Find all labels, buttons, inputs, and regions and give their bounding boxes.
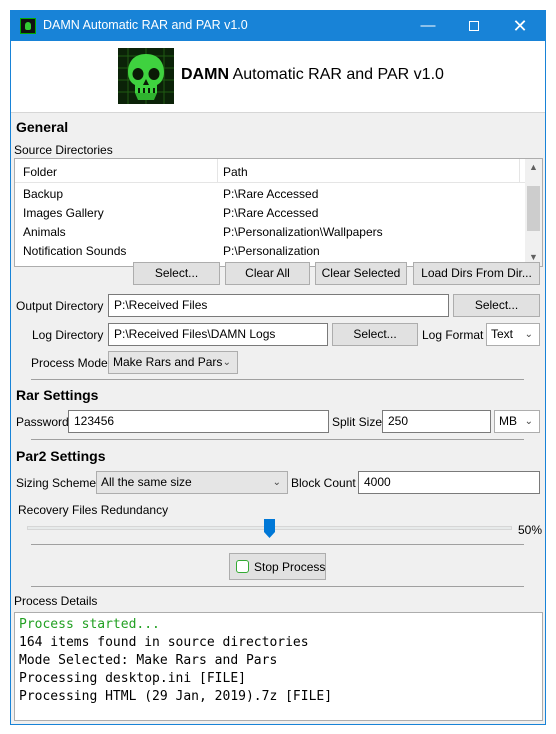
log-line: Processing HTML (29 Jan, 2019).7z [FILE] [19,689,333,704]
chevron-down-icon: ⌄ [524,416,533,427]
column-header-path[interactable]: Path [223,165,248,179]
block-count-label: Block Count [291,476,356,490]
split-size-input[interactable]: 250 [382,410,491,433]
source-directories-list[interactable]: Folder Path Backup P:\Rare Accessed Imag… [14,158,543,267]
list-item[interactable]: Images Gallery P:\Rare Accessed [15,204,525,223]
log-line: Process started... [19,617,160,632]
log-line: 164 items found in source directories [19,635,309,650]
log-format-select[interactable]: Text ⌄ [486,323,540,346]
minimize-icon: — [420,17,436,34]
header-banner: DAMN Automatic RAR and PAR v1.0 [11,41,545,113]
app-window: DAMN Automatic RAR and PAR v1.0 — ✕ DAMN… [10,10,546,725]
chevron-down-icon: ⌄ [524,329,533,340]
process-details-label: Process Details [14,594,98,608]
redundancy-slider-thumb[interactable] [264,519,275,538]
list-item[interactable]: Notification Sounds P:\Personalization [15,242,525,261]
stop-process-button[interactable]: Stop Process [229,553,326,580]
log-format-label: Log Format [422,328,484,342]
maximize-icon [469,21,479,32]
password-label: Password [16,415,69,429]
log-directory-input[interactable]: P:\Received Files\DAMN Logs [108,323,328,346]
password-input[interactable]: 123456 [68,410,329,433]
column-header-folder[interactable]: Folder [23,165,57,179]
divider [31,439,524,440]
divider [31,379,524,380]
chevron-down-icon: ⌄ [222,357,231,368]
log-directory-label: Log Directory [32,328,104,342]
list-scrollbar[interactable]: ▲ ▼ [525,159,542,266]
maximize-button[interactable] [451,11,497,41]
redundancy-label: Recovery Files Redundancy [18,503,169,517]
window-title: DAMN Automatic RAR and PAR v1.0 [43,18,248,32]
process-mode-select[interactable]: Make Rars and Pars ⌄ [108,351,238,374]
list-item[interactable]: Backup P:\Rare Accessed [15,185,525,204]
header-title: DAMN Automatic RAR and PAR v1.0 [181,66,444,83]
block-count-input[interactable]: 4000 [358,471,540,494]
process-mode-label: Process Mode [31,356,108,370]
close-icon: ✕ [512,16,528,36]
sizing-scheme-label: Sizing Scheme [16,476,97,490]
scroll-thumb[interactable] [527,186,540,231]
clear-selected-button[interactable]: Clear Selected [315,262,407,285]
skull-logo-icon [118,48,174,104]
par2-settings-title: Par2 Settings [16,448,106,464]
close-button[interactable]: ✕ [497,11,543,41]
log-line: Mode Selected: Make Rars and Pars [19,653,278,668]
output-directory-label: Output Directory [16,299,104,313]
title-bar[interactable]: DAMN Automatic RAR and PAR v1.0 — ✕ [11,11,545,41]
minimize-button[interactable]: — [405,11,451,41]
log-select-button[interactable]: Select... [332,323,418,346]
sizing-scheme-select[interactable]: All the same size ⌄ [96,471,288,494]
process-details-log[interactable]: Process started... 164 items found in so… [14,612,543,721]
select-source-button[interactable]: Select... [133,262,220,285]
output-select-button[interactable]: Select... [453,294,540,317]
chevron-down-icon: ⌄ [272,477,281,488]
redundancy-value: 50% [518,523,543,537]
list-header: Folder Path [15,159,525,183]
clear-all-button[interactable]: Clear All [225,262,310,285]
general-section-title: General [16,119,69,135]
scroll-up-icon[interactable]: ▲ [525,159,542,176]
rar-settings-title: Rar Settings [16,387,99,403]
checkbox-icon [236,560,249,573]
list-item[interactable]: Animals P:\Personalization\Wallpapers [15,223,525,242]
divider [31,544,524,545]
log-line: Processing desktop.ini [FILE] [19,671,246,686]
source-directories-label: Source Directories [14,143,113,157]
divider [31,586,524,587]
skull-app-icon [20,18,36,34]
load-dirs-button[interactable]: Load Dirs From Dir... [413,262,540,285]
output-directory-input[interactable]: P:\Received Files [108,294,449,317]
split-unit-select[interactable]: MB ⌄ [494,410,540,433]
split-size-label: Split Size [332,415,383,429]
